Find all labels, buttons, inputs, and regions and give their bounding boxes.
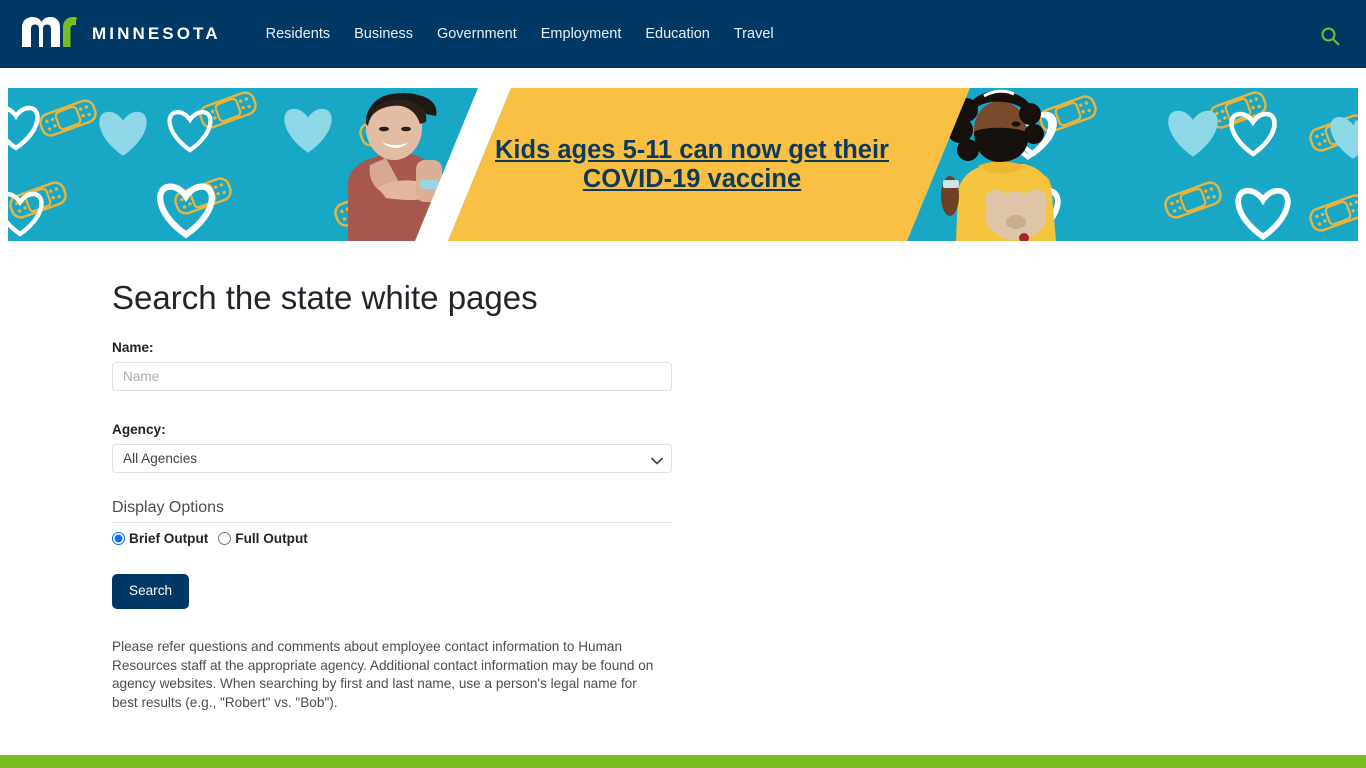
nav-item-employment[interactable]: Employment — [529, 0, 634, 68]
white-pages-search-form: Name: Agency: All Agencies — [112, 340, 1366, 610]
logo-wordmark: MINNESOTA — [92, 24, 221, 43]
banner-headline: Kids ages 5-11 can now get their COVID-1… — [495, 135, 889, 193]
search-icon[interactable] — [1320, 26, 1340, 46]
site-logo-link[interactable]: MINNESOTA — [20, 0, 221, 68]
site-header: MINNESOTA Residents Business Government … — [0, 0, 1366, 68]
full-output-radio[interactable] — [218, 532, 232, 546]
search-button[interactable]: Search — [112, 574, 190, 610]
display-options-legend: Display Options — [112, 498, 672, 524]
nav-item-business[interactable]: Business — [342, 0, 425, 68]
help-text: Please refer questions and comments abou… — [112, 639, 654, 710]
footer-accent-bar — [0, 755, 1366, 768]
name-field-label: Name: — [112, 339, 154, 355]
mn-logo-icon — [20, 16, 78, 53]
display-options-fieldset: Display Options Brief Output Full Output — [112, 498, 672, 546]
radio-cell-full: Full Output — [218, 531, 308, 546]
page-title: Search the state white pages — [112, 279, 538, 316]
nav-item-travel[interactable]: Travel — [722, 0, 786, 68]
nav-item-government[interactable]: Government — [425, 0, 529, 68]
nav-item-education[interactable]: Education — [633, 0, 722, 68]
brief-output-radio[interactable] — [112, 532, 125, 546]
nav-item-residents[interactable]: Residents — [254, 0, 342, 68]
covid-vaccine-banner[interactable]: Kids ages 5-11 can now get their COVID-1… — [8, 88, 1358, 241]
agency-field-label: Agency: — [112, 421, 166, 437]
name-input[interactable] — [112, 361, 672, 391]
full-output-label[interactable]: Full Output — [235, 531, 307, 546]
agency-select-shell: All Agencies — [112, 443, 672, 473]
name-form-group: Name: — [112, 340, 1366, 391]
display-options-radio-row: Brief Output Full Output — [112, 531, 672, 546]
form-spacer — [112, 391, 1366, 422]
main-content: Search the state white pages Name: Agenc… — [0, 241, 1366, 712]
brief-output-label[interactable]: Brief Output — [129, 531, 208, 546]
radio-cell-brief: Brief Output — [112, 531, 208, 546]
primary-navigation: Residents Business Government Employment… — [254, 0, 786, 68]
agency-select[interactable]: All Agencies — [112, 443, 672, 473]
agency-form-group: Agency: All Agencies — [112, 422, 1366, 473]
